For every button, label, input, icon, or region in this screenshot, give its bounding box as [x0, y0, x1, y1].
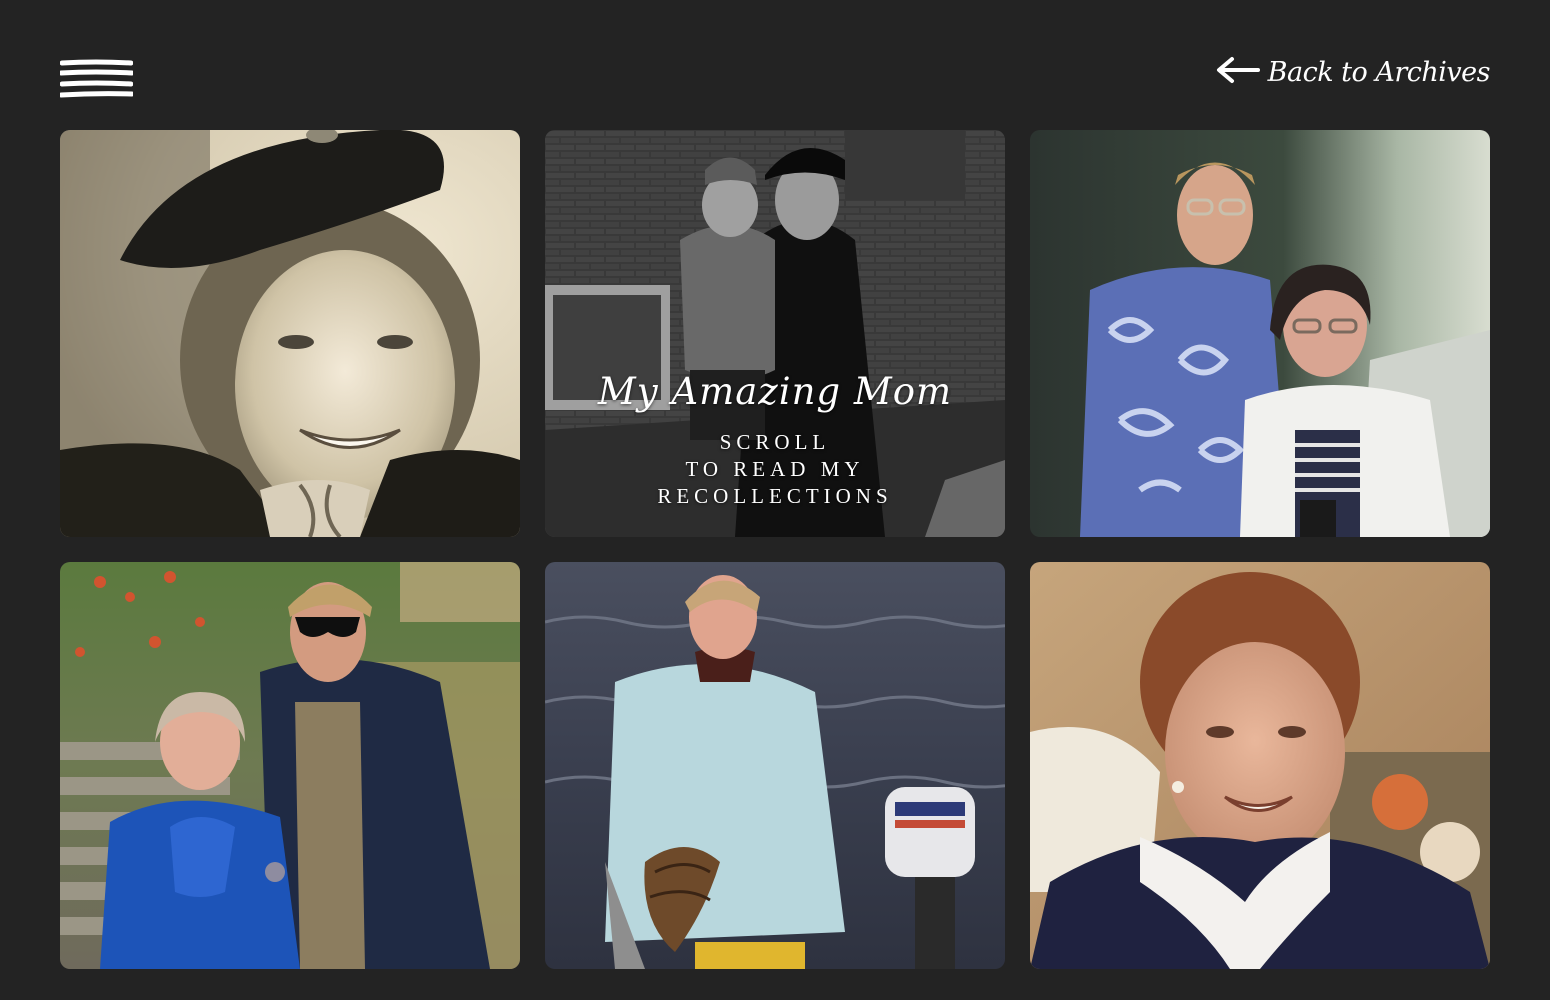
hero-subtitle-line-3: RECOLLECTIONS [657, 484, 893, 508]
back-to-archives-label: Back to Archives [1267, 56, 1491, 88]
hero-subtitle-line-2: TO READ MY [685, 457, 865, 481]
photo-grid: My Amazing Mom SCROLL TO READ MY RECOLLE… [60, 130, 1490, 969]
photo-tile-hero[interactable]: My Amazing Mom SCROLL TO READ MY RECOLLE… [545, 130, 1005, 537]
hero-subtitle-line-1: SCROLL [719, 430, 831, 454]
photo-tile-boat-fish[interactable] [545, 562, 1005, 969]
photo-tile-dark-sweater[interactable] [1030, 562, 1490, 969]
page: Back to Archives My Amazing Mom SCROLL T… [0, 0, 1550, 1000]
photo-dark-sweater [1030, 562, 1490, 969]
hero-subtitle: SCROLL TO READ MY RECOLLECTIONS [545, 429, 1005, 510]
photo-portrait-hat [60, 130, 520, 537]
photo-hawaiian-shirt [1030, 130, 1490, 537]
hero-overlay: My Amazing Mom SCROLL TO READ MY RECOLLE… [545, 370, 1005, 510]
hamburger-menu-icon[interactable] [60, 58, 133, 100]
hero-title: My Amazing Mom [597, 370, 953, 413]
photo-tile-hawaiian-shirt[interactable] [1030, 130, 1490, 537]
back-to-archives-link[interactable]: Back to Archives [1216, 52, 1491, 92]
photo-boat-fish [545, 562, 1005, 969]
photo-garden-sunglasses [60, 562, 520, 969]
photo-tile-garden[interactable] [60, 562, 520, 969]
arrow-left-icon [1216, 56, 1260, 88]
photo-tile-portrait-hat[interactable] [60, 130, 520, 537]
